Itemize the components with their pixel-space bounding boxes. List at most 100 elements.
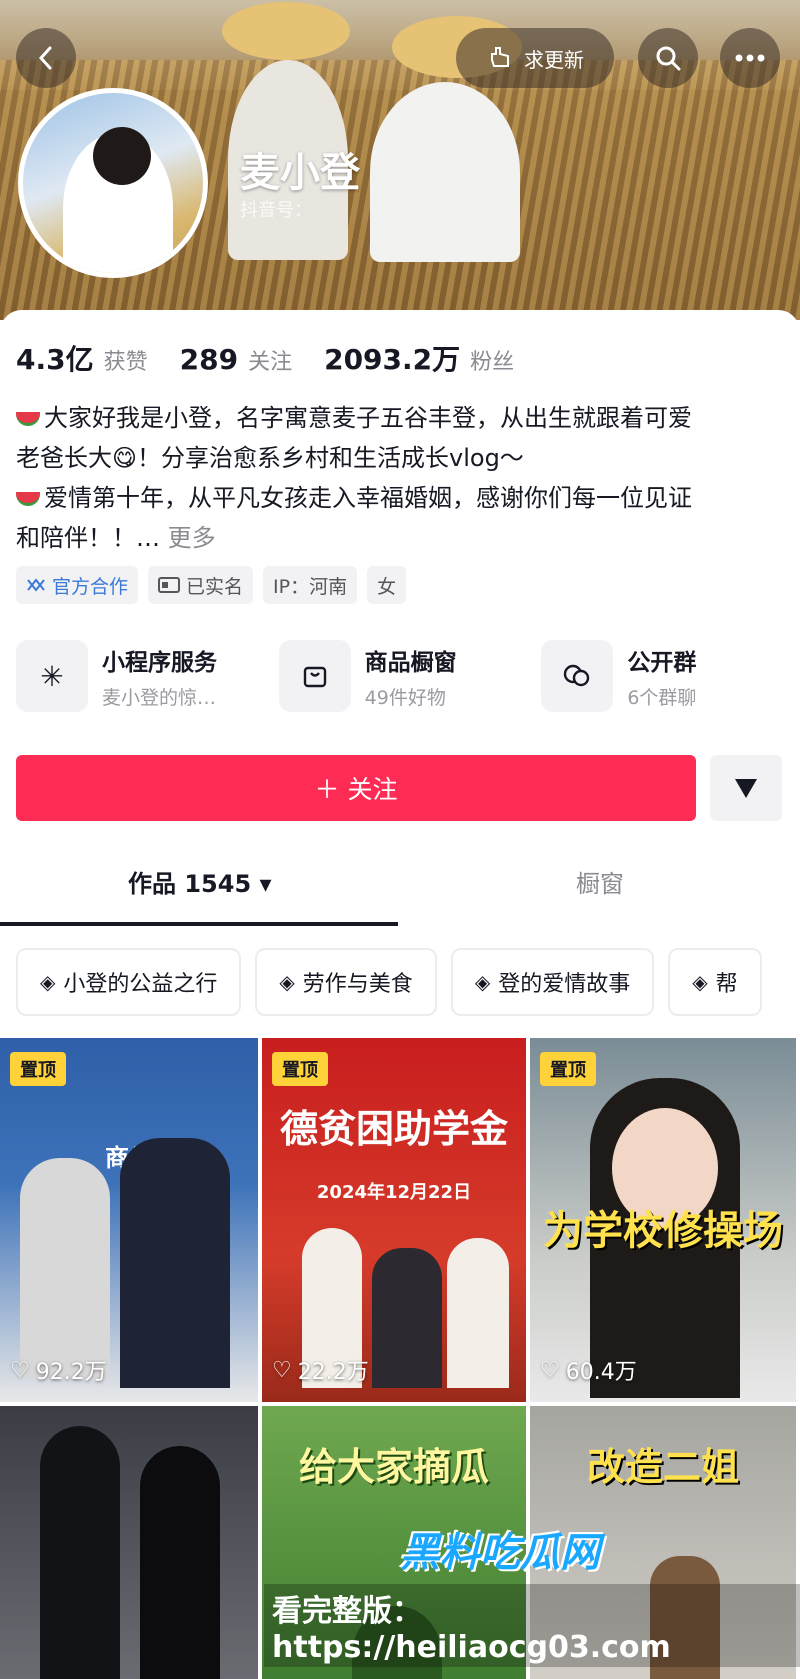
service-title: 商品橱窗 (364, 649, 457, 676)
layers-icon: ◈ (40, 970, 56, 994)
following-count[interactable]: 289 (180, 343, 238, 376)
collection-label: 帮 (715, 972, 738, 997)
like-count: ♡ 22.2万 (272, 1354, 369, 1386)
tab-active-indicator (0, 922, 398, 926)
service-row: ✳ 小程序服务 麦小登的惊… 商品橱窗 49件好物 公开群 6个群聊 (16, 640, 786, 712)
followers-label: 粉丝 (470, 350, 515, 375)
video-cover-date: 2024年12月22日 (316, 1182, 472, 1203)
avatar-hair (93, 127, 151, 185)
video-person (447, 1238, 509, 1388)
bio-more-link[interactable]: 更多 (168, 524, 216, 552)
shopping-bag-icon (278, 640, 351, 712)
ip-location-tag: IP：河南 (263, 566, 358, 604)
video-cover-text: 给大家摘瓜 (298, 1445, 489, 1489)
mini-program-service[interactable]: ✳ 小程序服务 麦小登的惊… (16, 640, 261, 712)
heart-icon: ♡ (540, 1357, 560, 1383)
back-button[interactable] (16, 28, 76, 88)
search-button[interactable] (638, 28, 698, 88)
like-count-value: 60.4万 (565, 1360, 637, 1385)
collection-label: 登的爱情故事 (498, 972, 631, 997)
bio-text-4: 和陪伴！！… (16, 524, 160, 552)
pointing-hand-icon (491, 47, 509, 67)
pinned-badge: 置顶 (272, 1052, 328, 1086)
bio-line-1: 大家好我是小登，名字寓意麦子五谷丰登，从出生就跟着可爱 (16, 398, 784, 438)
group-chat-icon (541, 640, 614, 712)
send-message-button[interactable] (710, 755, 782, 821)
collection-chip[interactable]: ◈ 登的爱情故事 (450, 948, 655, 1016)
profile-banner: 求更新 麦小登 抖音号： (0, 0, 800, 320)
avatar[interactable] (18, 88, 208, 278)
service-subtitle: 麦小登的惊… (102, 686, 217, 709)
official-cooperation-tag[interactable]: 官方合作 (16, 566, 139, 604)
collection-chip[interactable]: ◈ 劳作与美食 (255, 948, 437, 1016)
collection-label: 劳作与美食 (302, 972, 413, 997)
collection-chip[interactable]: ◈ 帮 (668, 948, 762, 1016)
layers-icon: ◈ (474, 970, 491, 994)
tab-works[interactable]: 作品 1545 ▾ (128, 864, 272, 899)
layers-icon: ◈ (692, 970, 708, 994)
collection-row: ◈ 小登的公益之行 ◈ 劳作与美食 ◈ 登的爱情故事 ◈ 帮 (16, 948, 762, 1016)
followers-count[interactable]: 2093.2万 (324, 338, 460, 378)
video-person (372, 1248, 442, 1388)
request-update-button[interactable]: 求更新 (456, 28, 614, 88)
layers-icon: ◈ (279, 970, 295, 994)
like-count: ♡ 92.2万 (10, 1354, 107, 1386)
video-person (40, 1426, 120, 1679)
collection-chip[interactable]: ◈ 小登的公益之行 (16, 948, 242, 1016)
more-dots-icon (735, 54, 765, 62)
bio-line-4: 和陪伴！！… 更多 (16, 518, 784, 558)
follow-button[interactable]: ＋ 关注 (16, 755, 696, 821)
bio-text-2: 老爸长大😋！分享治愈系乡村和生活成长vlog～ (16, 444, 524, 472)
pinned-badge: 置顶 (10, 1052, 66, 1086)
likes-label: 获赞 (103, 350, 148, 375)
gender-label: 女 (377, 575, 397, 598)
collection-label: 小登的公益之行 (63, 972, 218, 997)
video-grid: 置顶 商品 ♡92.2万 置顶 德贫困助学金 2024年12月22日 ♡22.2… (0, 1038, 800, 1679)
video-person (20, 1158, 110, 1378)
service-title: 公开群 (627, 649, 697, 676)
like-count: ♡ 60.4万 (540, 1354, 637, 1386)
verified-label: 已实名 (186, 575, 244, 598)
video-thumbnail[interactable]: 置顶 德贫困助学金 2024年12月22日 ♡ 22.2万 (262, 1038, 530, 1402)
bio-line-3: 爱情第十年，从平凡女孩走入幸福婚姻，感谢你们每一位见证 (16, 478, 784, 518)
chevron-left-icon (38, 46, 52, 70)
product-window-service[interactable]: 商品橱窗 49件好物 (278, 640, 524, 712)
douyin-id: 抖音号： (240, 200, 312, 221)
video-person (120, 1138, 230, 1388)
video-thumbnail[interactable]: 置顶 商品 ♡92.2万 (0, 1038, 262, 1402)
profile-name: 麦小登 (240, 150, 360, 196)
bio-text-1: 大家好我是小登，名字寓意麦子五谷丰登，从出生就跟着可爱 (44, 404, 692, 432)
verified-tag: 已实名 (148, 566, 254, 604)
more-button[interactable] (720, 28, 780, 88)
video-thumbnail[interactable]: 置顶 为学校修操场 ♡ 60.4万 (530, 1038, 800, 1402)
video-cover-text: 改造二姐 (586, 1445, 739, 1489)
service-title: 小程序服务 (102, 649, 217, 676)
tab-window[interactable]: 橱窗 (576, 864, 624, 899)
video-thumbnail[interactable] (0, 1406, 262, 1679)
profile-tags: 官方合作 已实名 IP：河南 女 (16, 566, 407, 604)
watermark-brand: 黑料吃瓜网 (400, 1530, 600, 1576)
watermark-url: 看完整版：https://heiliaocg03.com (264, 1584, 800, 1667)
likes-count[interactable]: 4.3亿 (16, 338, 94, 378)
bio-line-2: 老爸长大😋！分享治愈系乡村和生活成长vlog～ (16, 438, 784, 478)
watermelon-icon (16, 412, 40, 426)
send-arrow-icon (735, 779, 757, 798)
gender-tag: 女 (367, 566, 407, 604)
heart-icon: ♡ (10, 1357, 30, 1383)
service-subtitle: 6个群聊 (627, 686, 697, 709)
bio-text-3: 爱情第十年，从平凡女孩走入幸福婚姻，感谢你们每一位见证 (44, 484, 692, 512)
bio: 大家好我是小登，名字寓意麦子五谷丰登，从出生就跟着可爱 老爸长大😋！分享治愈系乡… (16, 398, 784, 558)
like-count-value: 92.2万 (35, 1360, 107, 1385)
pinned-badge: 置顶 (540, 1052, 596, 1086)
banner-figure-man (370, 82, 520, 262)
video-cover-text: 为学校修操场 (543, 1208, 783, 1254)
video-person (140, 1446, 220, 1679)
following-label: 关注 (248, 350, 293, 375)
content-tabs: 作品 1545 ▾ 橱窗 (0, 864, 800, 926)
request-update-label: 求更新 (524, 47, 584, 72)
banner-straw-hat-left (222, 2, 350, 60)
public-group-service[interactable]: 公开群 6个群聊 (541, 640, 786, 712)
watermelon-icon (16, 492, 40, 506)
official-cooperation-label: 官方合作 (52, 575, 129, 598)
video-cover-text: 德贫困助学金 (279, 1107, 508, 1151)
